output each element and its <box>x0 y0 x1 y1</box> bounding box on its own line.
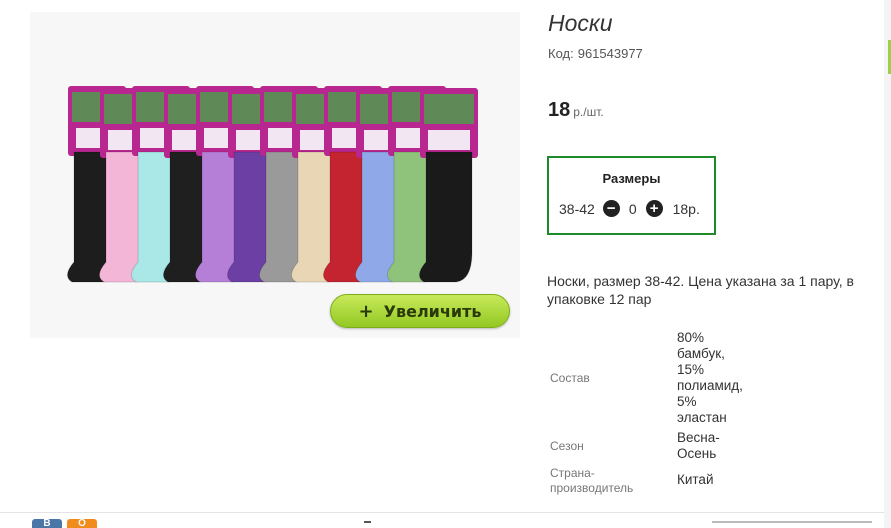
code-label: Код: <box>548 46 574 61</box>
product-description: Носки, размер 38-42. Цена указана за 1 п… <box>547 273 854 307</box>
sock-item <box>419 88 478 283</box>
footer-text-fragment-right <box>712 521 872 523</box>
spec-line: Осень <box>677 446 717 461</box>
zoom-button-label: Увеличить <box>383 301 482 321</box>
spec-label-composition: Состав <box>550 371 590 385</box>
spec-line: 80% <box>677 330 705 345</box>
price-value: 18 <box>548 99 571 121</box>
plus-icon: + <box>358 300 374 322</box>
product-code: Код: 961543977 <box>548 46 643 61</box>
spec-line: Весна- <box>677 430 720 445</box>
spec-line: 15% <box>677 362 705 377</box>
socks-image <box>67 86 478 283</box>
spec-value-season: Весна- Осень <box>677 430 757 462</box>
footer-text-fragment <box>364 521 371 523</box>
ok-share-icon[interactable]: О <box>67 519 97 528</box>
vk-share-icon[interactable]: В <box>32 519 62 528</box>
code-value: 961543977 <box>577 46 643 61</box>
spec-line: бамбук, <box>677 346 725 361</box>
spec-label-line: производитель <box>550 481 634 495</box>
footer-divider <box>0 512 884 513</box>
price-unit: р./шт. <box>573 105 604 119</box>
product-price: 18 р./шт. <box>548 99 604 122</box>
zoom-button[interactable]: + Увеличить <box>330 294 510 328</box>
size-row: 38-42 − 0 + 18р. <box>559 200 700 217</box>
spec-line: 5% <box>677 394 697 409</box>
ok-label: О <box>78 518 86 528</box>
spec-label-line: Страна- <box>550 466 595 480</box>
spec-label-country: Страна- производитель <box>550 466 633 496</box>
sizes-title: Размеры <box>602 171 661 186</box>
product-photo[interactable] <box>30 12 520 338</box>
product-title: Носки <box>548 10 613 36</box>
vk-label: В <box>43 518 51 528</box>
spec-value-country: Китай <box>677 472 714 487</box>
size-price: 18р. <box>672 200 700 217</box>
scrollbar[interactable] <box>884 0 891 528</box>
spec-line: эластан <box>677 410 727 425</box>
sizes-panel: Размеры 38-42 − 0 + 18р. <box>547 156 716 235</box>
spec-value-composition: 80% бамбук, 15% полиамид, 5% эластан <box>677 330 757 426</box>
spec-label-season: Сезон <box>550 439 584 453</box>
spec-line: полиамид, <box>677 378 743 393</box>
quantity-value: 0 <box>628 200 637 217</box>
minus-circle-icon[interactable]: − <box>602 200 620 217</box>
plus-circle-icon[interactable]: + <box>645 200 663 217</box>
size-label: 38-42 <box>559 200 595 217</box>
